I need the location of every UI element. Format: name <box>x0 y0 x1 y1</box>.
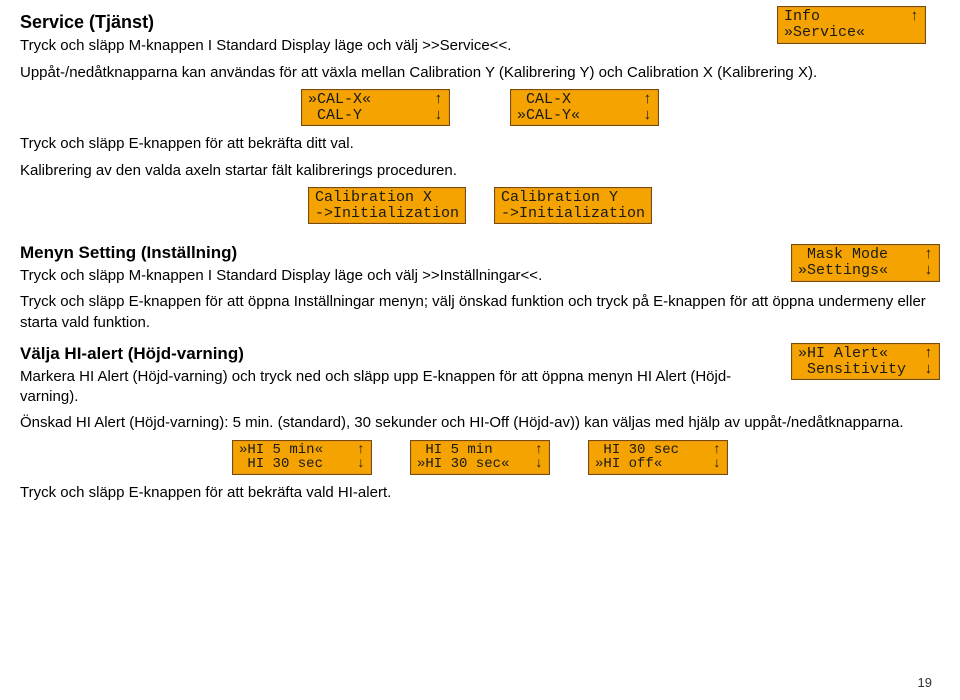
lcd-init-x: Calibration X ->Initialization <box>308 187 466 225</box>
text-setting-2: Tryck och släpp E-knappen för att öppna … <box>20 292 940 333</box>
page-number: 19 <box>918 674 932 692</box>
lcd-cal-x-selected: »CAL-X« ↑ CAL-Y ↓ <box>301 89 450 127</box>
lcd-hi-off: HI 30 sec ↑ »HI off« ↓ <box>588 440 728 475</box>
text-service-4: Kalibrering av den valda axeln startar f… <box>20 161 940 181</box>
lcd-init-y: Calibration Y ->Initialization <box>494 187 652 225</box>
lcd-hi-alert-menu: »HI Alert« ↑ Sensitivity ↓ <box>791 343 940 381</box>
lcd-mask-settings: Mask Mode ↑ »Settings« ↓ <box>791 244 940 282</box>
lcd-info-service: Info ↑ »Service« <box>777 6 926 44</box>
lcd-hi-30sec: HI 5 min ↑ »HI 30 sec« ↓ <box>410 440 550 475</box>
lcd-hi-5min: »HI 5 min« ↑ HI 30 sec ↓ <box>232 440 372 475</box>
lcd-cal-y-selected: CAL-X ↑ »CAL-Y« ↓ <box>510 89 659 127</box>
text-hi-3: Tryck och släpp E-knappen för att bekräf… <box>20 483 940 503</box>
text-service-3: Tryck och släpp E-knappen för att bekräf… <box>20 134 940 154</box>
text-service-2: Uppåt-/nedåtknapparna kan användas för a… <box>20 63 940 83</box>
text-hi-2: Önskad HI Alert (Höjd-varning): 5 min. (… <box>20 413 940 433</box>
